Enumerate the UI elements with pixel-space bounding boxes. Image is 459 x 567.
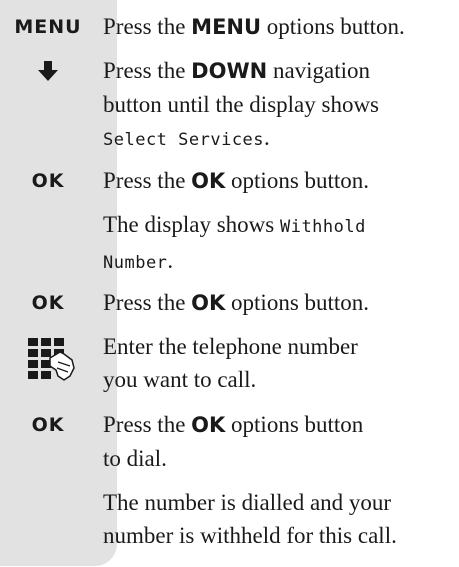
step-text-post: navigation bbox=[267, 58, 371, 83]
step-text-line1: The number is dialled and your bbox=[103, 490, 392, 515]
step-text-pre: Press the bbox=[103, 290, 192, 315]
step-text-bold: OK bbox=[191, 169, 226, 193]
step-text-bold: DOWN bbox=[191, 59, 268, 83]
down-arrow-icon bbox=[0, 60, 96, 86]
step-text: The display shows Withhold Number. bbox=[103, 208, 459, 280]
step-text-line2: to dial. bbox=[103, 446, 167, 471]
step-text-line1: Enter the telephone number bbox=[103, 334, 358, 359]
step-text: Enter the telephone number you want to c… bbox=[103, 330, 459, 396]
keypad-icon bbox=[0, 336, 96, 392]
step-text-pre: The display shows bbox=[103, 212, 280, 237]
step-text-post: options button bbox=[225, 412, 364, 437]
display-text: Withhold bbox=[279, 217, 366, 237]
ok-key-label: OK bbox=[31, 292, 65, 314]
step-text-line2: number is withheld for this call. bbox=[103, 523, 397, 548]
display-text: Select Services bbox=[103, 130, 265, 150]
step-text: Press the OK options button. bbox=[103, 164, 459, 198]
step-text-line2: button until the display shows bbox=[103, 92, 379, 117]
step-text-pre: Press the bbox=[103, 14, 192, 39]
step-text: Press the MENU options button. bbox=[103, 10, 459, 44]
step-text-pre: Press the bbox=[103, 168, 192, 193]
step-text: The number is dialled and your number is… bbox=[103, 486, 459, 552]
step-text-post: options button. bbox=[225, 290, 370, 315]
step-text-pre: Press the bbox=[103, 412, 192, 437]
step-text-bold: MENU bbox=[191, 15, 262, 39]
step-text-line2: you want to call. bbox=[103, 367, 257, 392]
step-text-bold: OK bbox=[191, 413, 226, 437]
display-text: Number bbox=[103, 253, 168, 273]
ok-key-label: OK bbox=[31, 170, 65, 192]
step-text: Press the OK options button to dial. bbox=[103, 408, 459, 475]
step-text-bold: OK bbox=[191, 291, 226, 315]
ok-key-label: OK bbox=[31, 414, 65, 436]
step-text: Press the DOWN navigation button until t… bbox=[103, 54, 459, 157]
step-text-end: . bbox=[264, 125, 270, 150]
menu-key-label: MENU bbox=[14, 16, 82, 38]
step-text-pre: Press the bbox=[103, 58, 192, 83]
step-text-post: options button. bbox=[261, 14, 405, 39]
step-text-post: options button. bbox=[225, 168, 370, 193]
step-text-end: . bbox=[167, 248, 174, 273]
step-text: Press the OK options button. bbox=[103, 286, 459, 320]
